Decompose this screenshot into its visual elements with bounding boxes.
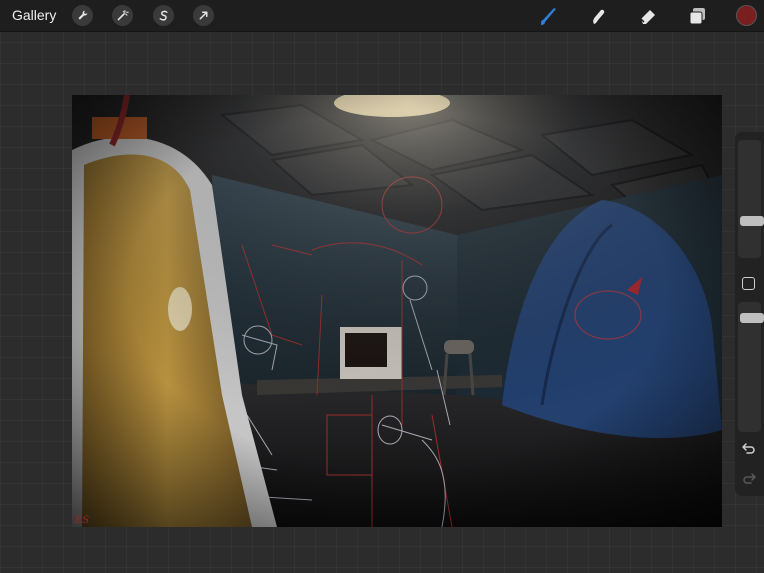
artwork-canvas[interactable]: ES — [72, 95, 722, 527]
layers-icon[interactable] — [686, 4, 710, 28]
transform-arrow-icon[interactable] — [193, 5, 214, 26]
redo-arrow-icon[interactable] — [741, 472, 757, 486]
smudge-icon[interactable] — [586, 4, 610, 28]
magic-wand-icon[interactable] — [112, 5, 133, 26]
opacity-slider[interactable] — [738, 302, 764, 432]
brush-size-thumb[interactable] — [740, 216, 764, 226]
wrench-icon[interactable] — [72, 5, 93, 26]
color-picker-button[interactable] — [736, 5, 757, 26]
top-toolbar: Gallery — [0, 0, 764, 32]
undo-arrow-icon[interactable] — [741, 442, 757, 456]
brush-size-slider[interactable] — [738, 140, 764, 258]
modify-button[interactable] — [742, 277, 755, 290]
selection-icon[interactable] — [153, 5, 174, 26]
artist-signature: ES — [74, 515, 89, 526]
eraser-icon[interactable] — [636, 4, 660, 28]
right-sidebar — [735, 132, 764, 496]
opacity-thumb[interactable] — [740, 313, 764, 323]
gallery-button[interactable]: Gallery — [12, 7, 56, 23]
brush-icon[interactable] — [537, 4, 561, 28]
